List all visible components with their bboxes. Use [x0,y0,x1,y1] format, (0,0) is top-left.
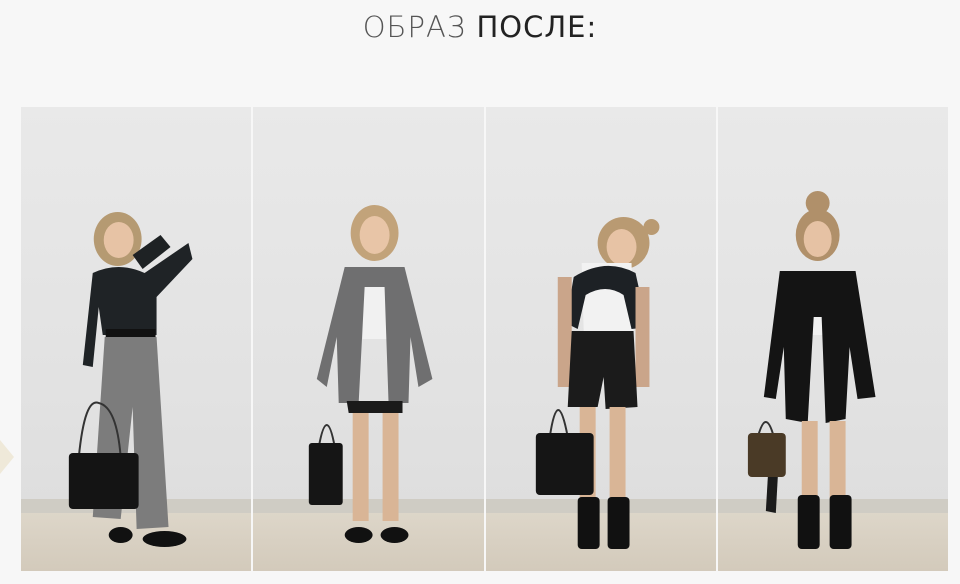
page-title: ОБРАЗ ПОСЛЕ: [0,10,960,44]
outfit-photo-1[interactable] [21,107,252,571]
outfit-figure-2 [309,205,433,543]
outfit-figure-1 [68,212,193,547]
outfit-figure-3 [535,217,659,549]
outfit-photo-4[interactable] [717,107,948,571]
outfit-figure-4 [747,191,876,549]
title-part-bold: ПОСЛЕ: [476,10,598,44]
slider-prev-arrow-icon[interactable] [0,440,14,474]
title-part-light: ОБРАЗ [362,10,467,44]
outfit-photo-2[interactable] [253,107,484,571]
outfit-photo-3[interactable] [485,107,716,571]
outfit-gallery [21,107,948,571]
